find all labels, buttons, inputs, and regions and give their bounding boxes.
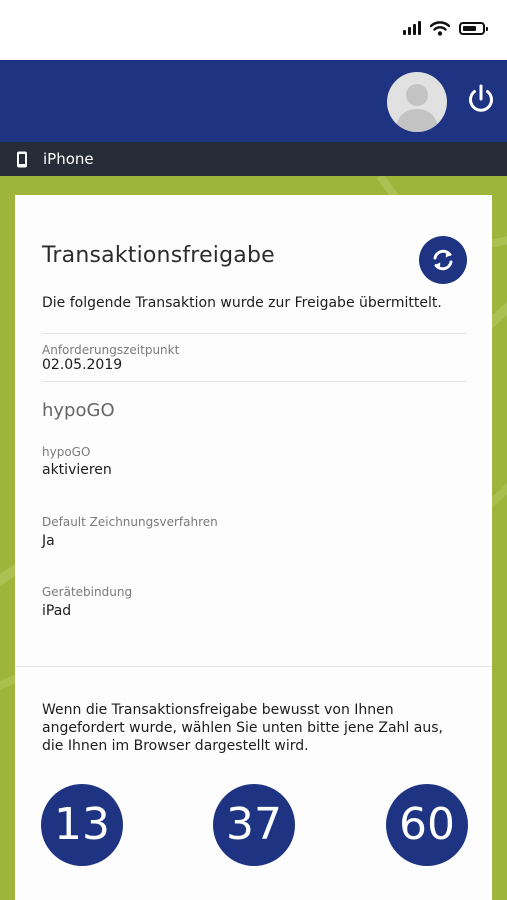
signal-icon [403, 21, 421, 35]
wifi-icon [430, 20, 450, 36]
logout-button[interactable] [464, 82, 498, 116]
transaction-card: Transaktionsfreigabe Die folgende Transa… [15, 195, 492, 900]
field-value-signing-method: Ja [42, 533, 55, 549]
user-silhouette-icon [395, 84, 439, 132]
number-option-button[interactable]: 37 [213, 784, 295, 866]
intro-text: Die folgende Transaktion wurde zur Freig… [42, 295, 442, 311]
request-time-label: Anforderungszeitpunkt [42, 343, 180, 357]
refresh-button[interactable] [419, 236, 467, 284]
battery-icon [459, 21, 488, 35]
section-title: hypoGO [42, 400, 115, 421]
avatar[interactable] [387, 72, 447, 132]
field-value-hypogo: aktivieren [42, 462, 112, 478]
divider [42, 333, 467, 334]
device-bar: iPhone [0, 142, 507, 176]
field-label-device-binding: Gerätebindung [42, 585, 133, 599]
field-value-device-binding: iPad [42, 603, 72, 619]
number-option-button[interactable]: 60 [386, 784, 468, 866]
page-title: Transaktionsfreigabe [42, 243, 275, 268]
status-bar [0, 0, 507, 60]
divider [42, 381, 467, 382]
power-icon [469, 84, 493, 112]
divider [15, 666, 492, 667]
field-label-signing-method: Default Zeichnungsverfahren [42, 515, 218, 529]
refresh-icon [433, 249, 453, 271]
device-name: iPhone [43, 150, 94, 168]
field-label-hypogo: hypoGO [42, 445, 91, 459]
request-time-value: 02.05.2019 [42, 357, 123, 373]
instruction-text: Wenn die Transaktionsfreigabe bewusst vo… [42, 702, 443, 754]
number-option-button[interactable]: 13 [41, 784, 123, 866]
phone-icon [17, 151, 27, 168]
status-icons [403, 18, 488, 38]
